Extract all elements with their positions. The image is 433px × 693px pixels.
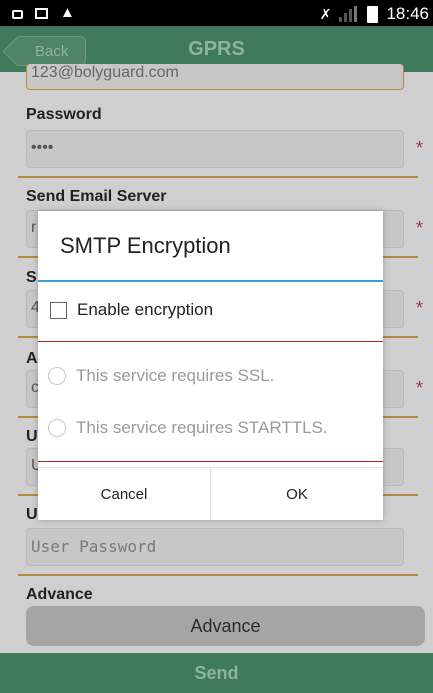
status-time: 18:46 — [386, 4, 429, 23]
option-divider — [38, 341, 383, 342]
battery-icon — [367, 5, 379, 23]
status-bar: ▲ ✗ 18:46 — [0, 0, 433, 26]
account-label: A — [26, 350, 38, 367]
page-title: GPRS — [188, 38, 245, 60]
advance-button[interactable]: Advance — [26, 606, 425, 646]
image-icon — [35, 7, 48, 19]
smtp-encryption-dialog: SMTP Encryption Enable encryption This s… — [38, 211, 383, 520]
starttls-radio[interactable] — [48, 419, 66, 437]
ssl-radio[interactable] — [48, 367, 66, 385]
mute-icon: ✗ — [319, 6, 332, 22]
cancel-button[interactable]: Cancel — [38, 468, 210, 520]
port-label: S — [26, 269, 37, 286]
dialog-title: SMTP Encryption — [60, 233, 231, 258]
required-mark: * — [415, 298, 423, 318]
advance-label: Advance — [26, 586, 93, 603]
option-divider — [38, 461, 383, 462]
dialog-button-bar: Cancel OK — [38, 467, 383, 520]
dialog-title-divider — [38, 280, 383, 282]
user-password-label: U — [26, 506, 38, 523]
warning-icon: ▲ — [60, 4, 75, 21]
status-right-icons: ✗ 18:46 — [320, 4, 429, 24]
user-password-field[interactable]: User Password — [26, 528, 404, 566]
ok-button[interactable]: OK — [210, 468, 383, 520]
divider — [18, 574, 418, 576]
starttls-option[interactable]: This service requires STARTTLS. — [48, 418, 328, 438]
enable-encryption-option[interactable]: Enable encryption — [50, 300, 213, 320]
password-value: •••• — [31, 139, 54, 156]
signal-icon — [339, 6, 359, 22]
send-email-server-label: Send Email Server — [26, 188, 167, 205]
user-label: U — [26, 428, 38, 445]
required-mark: * — [415, 378, 423, 398]
enable-encryption-label: Enable encryption — [77, 300, 214, 319]
lock-icon — [12, 9, 23, 19]
required-mark: * — [415, 218, 423, 238]
divider — [18, 176, 418, 178]
email-field[interactable]: 123@bolyguard.com — [26, 64, 404, 90]
enable-encryption-checkbox[interactable] — [50, 301, 67, 319]
status-left-icons: ▲ — [12, 4, 75, 21]
server-field-initial: r — [31, 219, 37, 236]
starttls-label: This service requires STARTTLS. — [76, 418, 328, 437]
user-password-placeholder: User Password — [31, 537, 157, 556]
password-field[interactable]: •••• — [26, 130, 404, 168]
ssl-label: This service requires SSL. — [76, 366, 275, 385]
required-mark: * — [415, 138, 423, 158]
password-label: Password — [26, 106, 102, 123]
ssl-option[interactable]: This service requires SSL. — [48, 366, 274, 386]
send-button[interactable]: Send — [0, 653, 433, 693]
